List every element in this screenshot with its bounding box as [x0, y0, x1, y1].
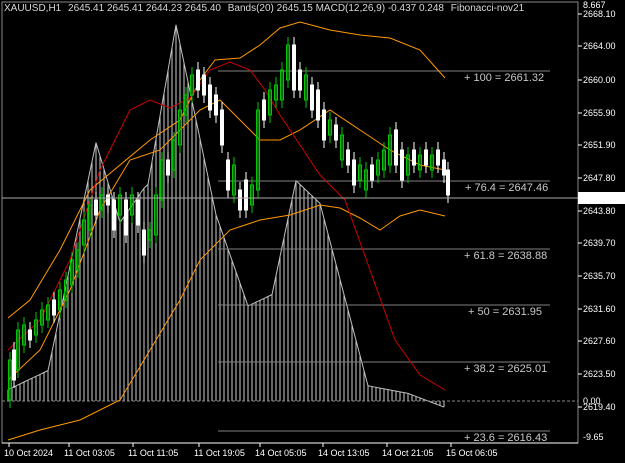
candle-body: [334, 124, 338, 141]
price-axis-label: 2643.80: [583, 206, 616, 216]
candle-body: [436, 149, 440, 166]
candle-body: [446, 169, 450, 196]
candle-body: [142, 229, 146, 256]
time-axis-label: 14 Oct 05:05: [255, 448, 307, 458]
chart-canvas[interactable]: + 100 = 2661.32 + 76.4 = 2647.46 + 61.8 = …: [0, 0, 625, 463]
price-axis-label: 2651.90: [583, 140, 616, 150]
candle-body: [12, 349, 16, 381]
time-axis-label: 14 Oct 13:05: [318, 448, 370, 458]
fibonacci-level-label: + 23.6 = 2616.43: [464, 432, 547, 444]
price-axis-label: 2635.70: [583, 271, 616, 281]
chart-header: XAUUSD,H1 2645.41 2645.41 2644.23 2645.4…: [4, 3, 528, 14]
candle-body: [94, 199, 98, 216]
ohlc-values: 2645.41 2645.41 2644.23 2645.40: [68, 3, 221, 14]
bollinger-lower-band: [7, 204, 446, 441]
trading-chart[interactable]: + 100 = 2661.32 + 76.4 = 2647.46 + 61.8 = …: [0, 0, 625, 463]
candle-body: [52, 299, 56, 316]
candle-body: [346, 149, 350, 166]
fibonacci-level-label: + 50 = 2631.95: [468, 306, 542, 318]
candle-body: [322, 109, 326, 141]
candle-body: [442, 159, 446, 176]
time-axis-label: 11 Oct 19:05: [194, 448, 245, 458]
candle-body: [244, 179, 248, 211]
price-axis-label: 2668.10: [583, 9, 616, 19]
candle-body: [136, 199, 140, 226]
candle-body: [28, 329, 32, 341]
candle-body: [196, 69, 200, 91]
fibonacci-level-label: + 100 = 2661.32: [464, 72, 544, 84]
macd-top-label: 8.667: [583, 0, 606, 10]
fibonacci-level-label: + 61.8 = 2638.88: [464, 250, 547, 262]
candle-body: [424, 149, 428, 166]
candle-body: [220, 109, 224, 146]
candle-body: [202, 74, 206, 96]
current-price-label: 2645.40: [582, 193, 615, 203]
price-axis-label: 2623.50: [583, 369, 616, 379]
price-axis-label: 2660.00: [583, 75, 616, 85]
price-axis-label: 2627.60: [583, 336, 616, 346]
bollinger-middle-band: [7, 99, 446, 381]
time-axis-label: 10 Oct 2024: [4, 448, 53, 458]
candle-body: [310, 84, 314, 111]
candle-body: [238, 189, 242, 211]
candle-body: [208, 84, 212, 111]
fibonacci-level-label: + 38.2 = 2625.01: [464, 363, 547, 375]
candle-body: [298, 69, 302, 91]
candle-body: [124, 199, 128, 236]
indicator-values: Bands(20) 2645.15 MACD(12,26,9) -0.437 0…: [227, 3, 444, 14]
fibonacci-level-label: + 76.4 = 2647.46: [465, 182, 548, 194]
price-axis-label: 2664.00: [583, 41, 616, 51]
candle-body: [226, 159, 230, 191]
price-axis-label: 2631.60: [583, 304, 616, 314]
price-axis-label: 2639.70: [583, 238, 616, 248]
time-axis-label: 14 Oct 21:05: [382, 448, 434, 458]
candle-body: [166, 159, 170, 176]
time-axis-label: 11 Oct 03:05: [64, 448, 115, 458]
symbol-label: XAUUSD,H1: [4, 3, 62, 14]
candle-body: [292, 44, 296, 91]
time-axis-label: 11 Oct 11:05: [128, 448, 178, 458]
candle-body: [394, 129, 398, 166]
macd-signal-line: [7, 24, 445, 408]
candle-body: [112, 199, 116, 231]
macd-bottom-label: -9.65: [583, 432, 604, 442]
macd-zero-label: 0.00: [583, 396, 601, 406]
price-axis-label: 2655.90: [583, 108, 616, 118]
moving-average-line: [7, 61, 446, 391]
candle-body: [412, 149, 416, 166]
candle-body: [400, 149, 404, 181]
candle-body: [370, 164, 374, 181]
candle-body: [106, 194, 110, 206]
candle-body: [214, 94, 218, 116]
candle-body: [316, 89, 320, 121]
candle-body: [262, 99, 266, 121]
time-axis-label: 15 Oct 06:05: [446, 448, 498, 458]
candle-body: [352, 159, 356, 186]
fibonacci-name: Fibonacci-nov21: [450, 3, 525, 14]
price-axis-label: 2647.80: [583, 173, 616, 183]
